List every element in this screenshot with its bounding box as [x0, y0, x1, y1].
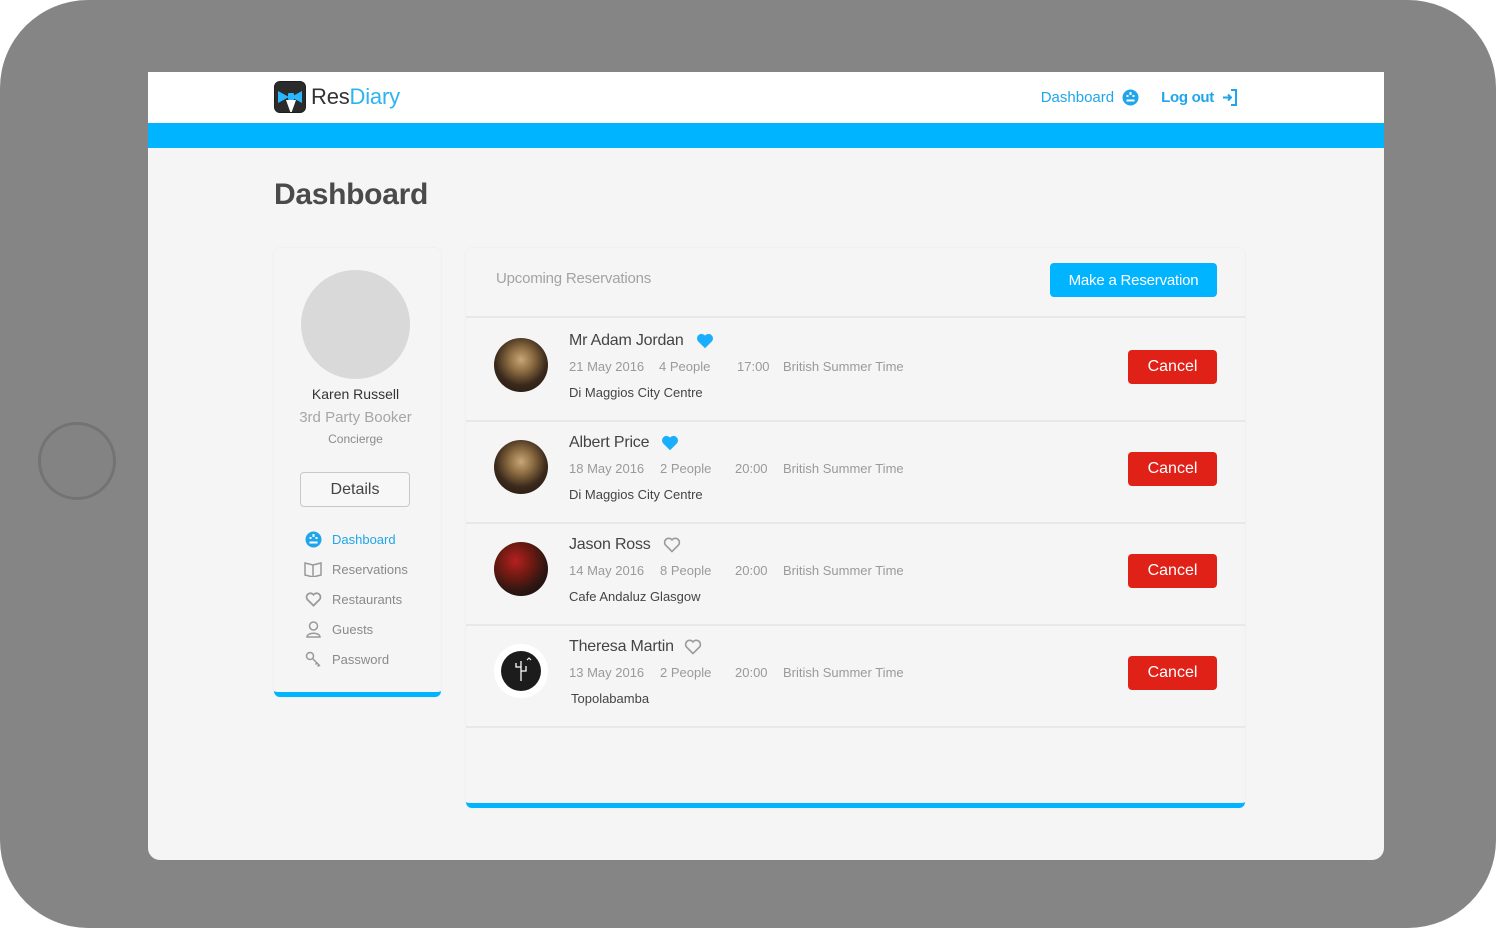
profile-avatar	[301, 270, 410, 379]
make-reservation-button[interactable]: Make a Reservation	[1050, 263, 1217, 297]
reservation-timezone: British Summer Time	[783, 461, 904, 476]
resdiary-logo[interactable]: ResDiary	[274, 81, 400, 113]
header-dashboard-label: Dashboard	[1040, 89, 1115, 106]
guest-name: Theresa Martin	[569, 638, 702, 656]
sidebar-item-guests[interactable]: Guests	[304, 614, 408, 644]
cancel-button[interactable]: Cancel	[1128, 452, 1217, 486]
reservation-timezone: British Summer Time	[783, 563, 904, 578]
profile-name: Karen Russell	[311, 386, 400, 402]
reservation-time: 20:00	[735, 665, 768, 680]
header-dashboard-link[interactable]: Dashboard	[1041, 89, 1139, 106]
guest-name: Albert Price	[569, 434, 679, 452]
restaurant-name: Cafe Andaluz Glasgow	[569, 589, 701, 604]
header-accent-bar	[148, 123, 1384, 148]
party-size: 4 People	[659, 359, 711, 374]
key-icon	[304, 650, 322, 668]
guest-name-text: Theresa Martin	[569, 638, 674, 655]
sidebar-item-password[interactable]: Password	[304, 644, 408, 674]
reservations-header: Upcoming Reservations Make a Reservation	[466, 248, 1245, 318]
tuxedo-logo-icon	[274, 81, 306, 113]
reservation-row: Mr Adam Jordan 21 May 2016 4 People 17:0…	[466, 320, 1245, 422]
guest-name-text: Jason Ross	[569, 536, 651, 553]
sidebar-nav: Dashboard Reservations Restaurants Guest…	[304, 524, 408, 674]
sidebar-item-dashboard[interactable]: Dashboard	[304, 524, 408, 554]
reservation-timezone: British Summer Time	[783, 665, 904, 680]
restaurant-name: Di Maggios City Centre	[569, 487, 703, 502]
logout-link[interactable]: Log out	[1161, 89, 1238, 106]
sidebar-item-label: Reservations	[332, 561, 408, 577]
header-nav: Dashboard Log out	[1041, 89, 1238, 106]
reservation-time: 17:00	[737, 359, 770, 374]
reservation-row: Jason Ross 14 May 2016 8 People 20:00 Br…	[466, 524, 1245, 626]
reservation-date: 18 May 2016	[569, 461, 645, 476]
party-size: 2 People	[660, 665, 712, 680]
details-button[interactable]: Details	[300, 472, 410, 507]
logout-arrow-icon	[1222, 89, 1238, 106]
guest-name: Jason Ross	[569, 536, 681, 554]
profile-role: 3rd Party Booker	[299, 409, 412, 426]
sidebar-item-label: Dashboard	[332, 531, 396, 547]
restaurant-logo-thumbnail	[494, 644, 548, 698]
app-screen: ResDiary Dashboard Log out Dashboard Kar…	[148, 72, 1384, 860]
party-size: 8 People	[660, 563, 712, 578]
logo-text: ResDiary	[311, 84, 400, 110]
sidebar-item-label: Guests	[332, 621, 374, 637]
reservation-row: Theresa Martin 13 May 2016 2 People 20:0…	[466, 626, 1245, 728]
logo-text-diary: Diary	[349, 84, 401, 109]
home-button[interactable]	[38, 422, 116, 500]
user-icon	[304, 620, 322, 638]
restaurant-name: Topolabamba	[571, 691, 650, 706]
guest-name-text: Albert Price	[569, 434, 650, 451]
guest-name-text: Mr Adam Jordan	[569, 332, 684, 349]
sidebar-item-label: Restaurants	[332, 591, 403, 607]
book-icon	[304, 560, 322, 578]
logo-text-res: Res	[311, 84, 350, 109]
restaurant-name: Di Maggios City Centre	[569, 385, 703, 400]
profile-subtitle: Concierge	[328, 432, 383, 446]
favourite-heart-outline-icon[interactable]	[684, 639, 702, 655]
reservation-time: 20:00	[735, 461, 768, 476]
restaurant-thumbnail	[494, 542, 548, 596]
party-size: 2 People	[660, 461, 712, 476]
favourite-heart-filled-icon[interactable]	[661, 435, 679, 451]
tablet-frame: ResDiary Dashboard Log out Dashboard Kar…	[0, 0, 1496, 928]
profile-card: Karen Russell 3rd Party Booker Concierge…	[274, 248, 441, 697]
restaurant-thumbnail	[494, 338, 548, 392]
sidebar-item-label: Password	[332, 651, 390, 667]
cancel-button[interactable]: Cancel	[1128, 350, 1217, 384]
top-nav-bar: ResDiary Dashboard Log out	[148, 72, 1384, 123]
reservation-date: 14 May 2016	[569, 563, 645, 578]
reservation-row: Albert Price 18 May 2016 2 People 20:00 …	[466, 422, 1245, 524]
favourite-heart-outline-icon[interactable]	[663, 537, 681, 553]
restaurant-thumbnail	[494, 440, 548, 494]
favourite-heart-filled-icon[interactable]	[696, 333, 714, 349]
reservation-time: 20:00	[735, 563, 768, 578]
reservation-date: 21 May 2016	[569, 359, 645, 374]
reservation-date: 13 May 2016	[569, 665, 645, 680]
sidebar-item-reservations[interactable]: Reservations	[304, 554, 408, 584]
cancel-button[interactable]: Cancel	[1128, 554, 1217, 588]
logout-label: Log out	[1161, 89, 1214, 106]
heart-icon	[304, 590, 322, 608]
reservations-panel: Upcoming Reservations Make a Reservation…	[466, 248, 1245, 808]
dashboard-face-icon	[1122, 89, 1139, 106]
cancel-button[interactable]: Cancel	[1128, 656, 1217, 690]
reservations-title: Upcoming Reservations	[496, 270, 652, 287]
reservation-timezone: British Summer Time	[783, 359, 904, 374]
dashboard-face-icon	[304, 530, 322, 548]
page-title: Dashboard	[274, 178, 428, 211]
sidebar-item-restaurants[interactable]: Restaurants	[304, 584, 408, 614]
cactus-logo-icon	[501, 651, 541, 691]
guest-name: Mr Adam Jordan	[569, 332, 714, 350]
